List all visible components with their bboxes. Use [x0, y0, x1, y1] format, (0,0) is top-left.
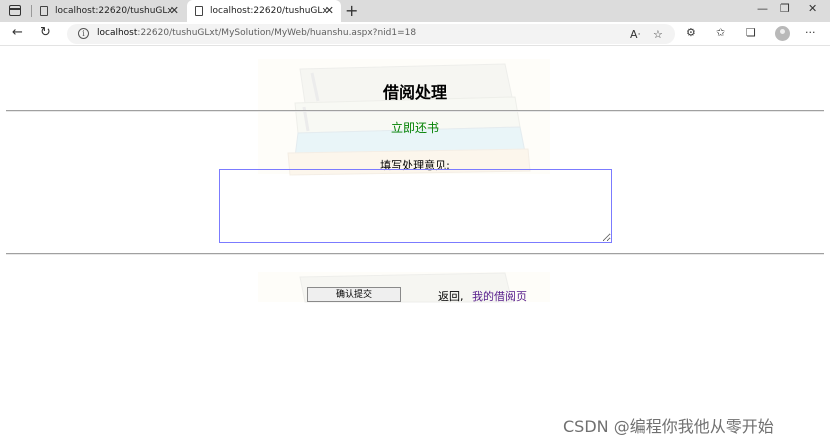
window-close-icon[interactable]: ✕: [808, 2, 817, 15]
confirm-submit-button[interactable]: 确认提交: [307, 287, 401, 302]
minimize-icon[interactable]: —: [757, 2, 768, 15]
collections-icon[interactable]: ❏: [746, 26, 756, 39]
page-icon: [40, 6, 48, 16]
page-title: 借阅处理: [382, 83, 447, 102]
more-icon[interactable]: ···: [805, 26, 816, 39]
browser-toolbar: ← ↻ i localhost:22620/tushuGLxt/MySoluti…: [0, 22, 830, 46]
browser-tab-1[interactable]: localhost:22620/tushuGLxt/MySo ✕: [32, 0, 186, 22]
page-icon: [195, 6, 203, 16]
extensions-icon[interactable]: ⚙: [686, 26, 696, 39]
browser-tab-2-active[interactable]: localhost:22620/tushuGLxt/MySo ✕: [187, 0, 341, 22]
url-path: :22620/tushuGLxt/MySolution/MyWeb/huansh…: [137, 28, 417, 38]
url-text[interactable]: localhost:22620/tushuGLxt/MySolution/MyW…: [97, 28, 416, 38]
back-text: 返回,: [438, 290, 464, 303]
read-aloud-icon[interactable]: Aᐧ: [630, 28, 640, 41]
url-host: localhost: [97, 28, 138, 38]
top-divider: [6, 110, 824, 112]
refresh-icon[interactable]: ↻: [40, 25, 51, 40]
tab-title: localhost:22620/tushuGLxt/MySo: [210, 6, 328, 16]
bottom-divider: [6, 253, 824, 255]
favorites-icon[interactable]: ✩: [716, 26, 725, 39]
opinion-textarea[interactable]: [219, 169, 612, 243]
my-borrow-page-link[interactable]: 我的借阅页: [472, 288, 527, 304]
page-content: 借阅处理 立即还书 填写处理意见: 确认提交 返回, 我的借阅页 CSDN @编…: [0, 47, 830, 441]
new-tab-button[interactable]: +: [345, 1, 358, 20]
profile-icon[interactable]: [775, 26, 790, 41]
tab-actions-icon[interactable]: [9, 5, 21, 16]
site-info-icon[interactable]: i: [78, 28, 89, 39]
close-tab-icon[interactable]: ✕: [170, 4, 179, 17]
favorite-add-icon[interactable]: ☆: [653, 28, 663, 41]
back-arrow-icon[interactable]: ←: [12, 25, 23, 40]
close-tab-icon[interactable]: ✕: [325, 4, 334, 17]
csdn-watermark: CSDN @编程你我他从零开始: [563, 417, 774, 436]
address-bar[interactable]: i localhost:22620/tushuGLxt/MySolution/M…: [67, 24, 675, 44]
books-background-image: [258, 59, 550, 303]
browser-titlebar: localhost:22620/tushuGLxt/MySo ✕ localho…: [0, 0, 830, 22]
return-book-now-link[interactable]: 立即还书: [0, 119, 830, 136]
tab-title: localhost:22620/tushuGLxt/MySo: [55, 6, 173, 16]
maximize-icon[interactable]: ❐: [780, 2, 790, 15]
